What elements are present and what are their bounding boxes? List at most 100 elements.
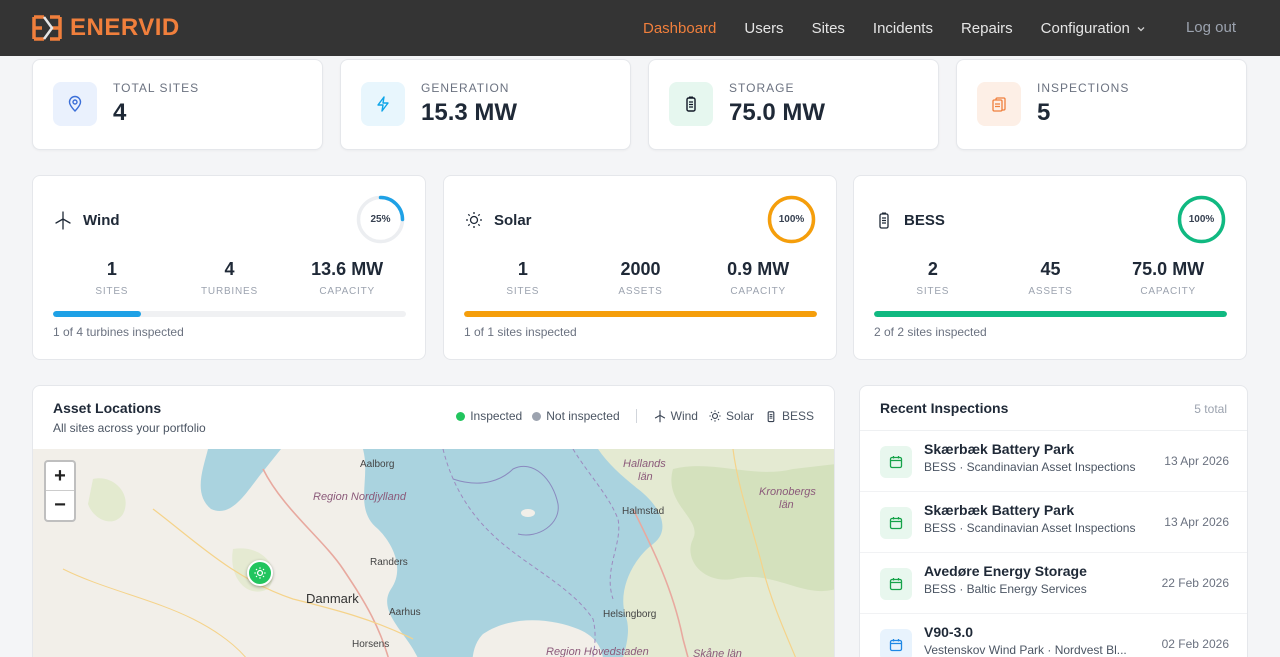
metric-value: 2000 [620,259,661,279]
sun-icon [254,567,266,579]
green-dot-icon [456,411,466,421]
metric-value: 4 [224,259,235,279]
category-title: Solar [494,211,532,229]
metric-unit: ASSETS [1028,286,1073,297]
calendar-icon [880,446,912,478]
category-metrics: 1 SITES 4 TURBINES 13.6 MW CAPACITY [53,259,406,297]
inspection-row[interactable]: V90-3.0 Vestenskov Wind Park · Nordvest … [860,614,1247,657]
nav-menu: Dashboard Users Sites Incidents Repairs … [643,0,1174,56]
metric-value: 75.0 MW [1132,259,1205,279]
inspection-date: 22 Feb 2026 [1161,576,1229,590]
recent-total: 5 total [1194,402,1227,416]
inspection-detail: BESS · Baltic Energy Services [924,582,1087,596]
calendar-icon [880,568,912,600]
category-card-bess[interactable]: BESS 100% 2 SITES 45 ASSETS 75.0 MW CAPACIT… [853,175,1247,360]
inspection-row[interactable]: Skærbæk Battery Park BESS · Scandinavian… [860,431,1247,492]
nav-sites[interactable]: Sites [812,20,845,37]
inspection-row[interactable]: Avedøre Energy Storage BESS · Baltic Ene… [860,553,1247,614]
metric-value: 2 [927,259,938,279]
stat-generation: GENERATION 15.3 MW [340,59,631,150]
zoom-in-button[interactable]: + [46,462,74,491]
brand-logo[interactable]: ENERVID [32,13,180,43]
sun-icon [466,212,482,228]
metric-unit: SITES [506,286,540,297]
map-legend: Inspected Not inspected Wind Solar BESS [446,409,814,423]
category-card-wind[interactable]: Wind 25% 1 SITES 4 TURBINES 13.6 MW CAPACIT… [32,175,426,360]
category-card-solar[interactable]: Solar 100% 1 SITES 2000 ASSETS 0.9 MW CAPAC… [443,175,837,360]
recent-title: Recent Inspections [880,400,1009,416]
inspection-progress-bar [874,311,1227,317]
metric-assets: 2000 ASSETS [582,259,700,297]
map-label: Aarhus [389,607,421,618]
wind-turbine-icon [654,410,665,423]
stat-value: 5 [1037,99,1051,126]
map-label: Aalborg [360,459,395,470]
metric-assets: 45 ASSETS [992,259,1110,297]
stat-total-sites: TOTAL SITES 4 [32,59,323,150]
asset-locations-card: Asset Locations All sites across your po… [32,385,835,657]
stat-inspections: INSPECTIONS 5 [956,59,1247,150]
inspection-summary: 1 of 4 turbines inspected [53,325,184,339]
category-header: BESS [874,210,945,230]
legend-inspected: Inspected [456,409,522,423]
stat-label: INSPECTIONS [1037,81,1130,95]
stat-label: TOTAL SITES [113,81,200,95]
metric-value: 1 [106,259,117,279]
metric-value: 1 [517,259,528,279]
map-label: Region Nordjylland [313,491,406,503]
inspection-detail: BESS · Scandinavian Asset Inspections [924,521,1136,535]
metric-sites: 1 SITES [464,259,582,297]
progress-ring: 100% [1177,195,1226,244]
map-label: län [638,471,653,483]
wind-turbine-icon [55,211,71,230]
legend-label: Solar [725,409,754,423]
map-label: län [779,499,794,511]
metric-capacity: 13.6 MW CAPACITY [288,259,406,297]
inspection-site: Skærbæk Battery Park [924,502,1075,518]
battery-icon [767,411,775,423]
sun-icon [709,410,721,422]
metric-sites: 1 SITES [53,259,171,297]
category-metrics: 2 SITES 45 ASSETS 75.0 MW CAPACITY [874,259,1227,297]
nav-incidents[interactable]: Incidents [873,20,933,37]
metric-value: 45 [1040,259,1061,279]
nav-repairs[interactable]: Repairs [961,20,1013,37]
inspection-progress-bar [53,311,406,317]
top-nav: ENERVID Dashboard Users Sites Incidents … [0,0,1280,56]
progress-ring: 25% [356,195,405,244]
nav-users[interactable]: Users [744,20,783,37]
nav-configuration[interactable]: Configuration [1041,20,1146,37]
map-title: Asset Locations [53,400,162,416]
map-label: Helsingborg [603,609,657,620]
asset-map[interactable]: + − Aalborg Region Nordjylland Randers D… [33,449,834,657]
battery-icon [879,212,889,229]
stat-storage: STORAGE 75.0 MW [648,59,939,150]
nav-dashboard[interactable]: Dashboard [643,20,716,37]
site-marker-solar[interactable] [247,560,273,586]
brand-name: ENERVID [70,14,180,41]
legend-label: BESS [781,409,814,423]
inspection-date: 13 Apr 2026 [1164,454,1229,468]
metric-unit: TURBINES [201,286,258,297]
legend-label: Not inspected [546,409,620,423]
progress-ring-label: 25% [370,214,391,225]
category-header: Solar [464,210,532,230]
inspection-date: 13 Apr 2026 [1164,515,1229,529]
stat-value: 75.0 MW [729,99,826,126]
stat-label: GENERATION [421,81,510,95]
legend-wind: Wind [653,409,698,423]
category-header: Wind [53,210,120,230]
clipboard-icon [977,82,1021,126]
progress-fill [874,311,1227,317]
legend-label: Wind [670,409,698,423]
stat-value: 4 [113,99,127,126]
logout-link[interactable]: Log out [1186,19,1236,36]
inspection-detail: Vestenskov Wind Park · Nordvest Bl... [924,643,1127,657]
progress-ring-label: 100% [778,214,805,225]
zoom-out-button[interactable]: − [46,491,74,520]
map-label: Danmark [306,591,359,606]
legend-label: Inspected [470,409,523,423]
metric-capacity: 0.9 MW CAPACITY [699,259,817,297]
recent-inspections-card: Recent Inspections 5 total Skærbæk Batte… [859,385,1248,657]
inspection-row[interactable]: Skærbæk Battery Park BESS · Scandinavian… [860,492,1247,553]
